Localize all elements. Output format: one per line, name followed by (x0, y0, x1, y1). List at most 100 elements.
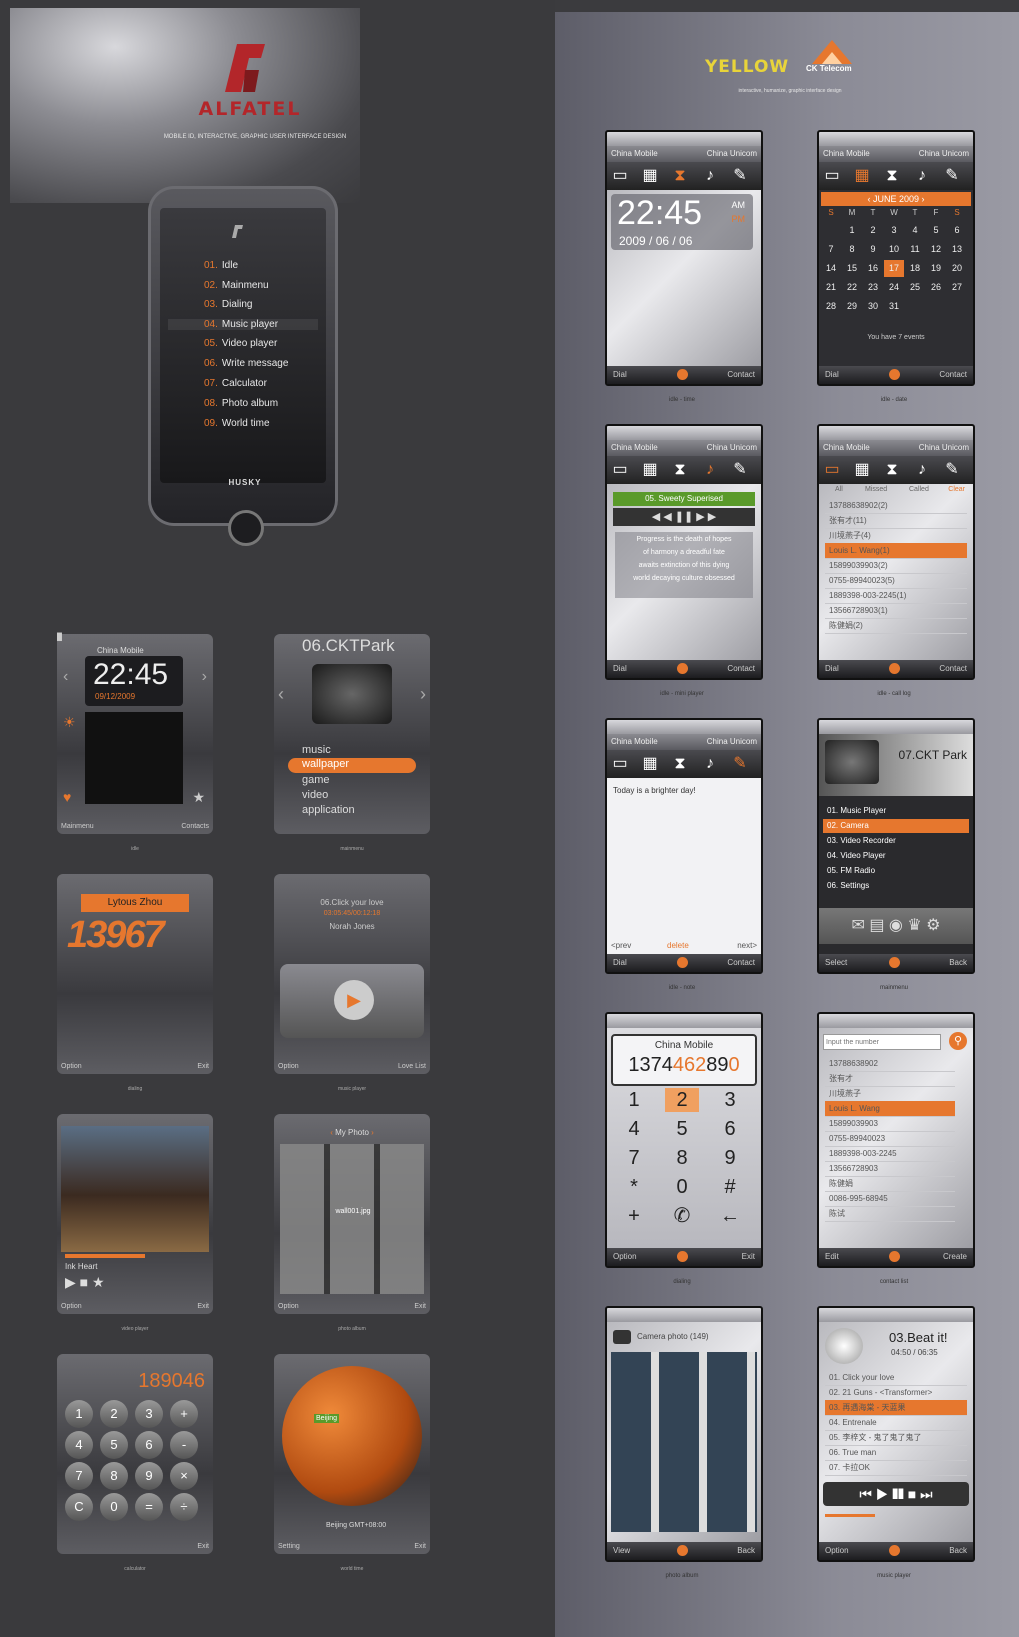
calc-key[interactable]: 6 (135, 1431, 163, 1459)
center-key-icon[interactable] (889, 663, 900, 674)
track-row[interactable]: 01. Click your love (825, 1370, 967, 1386)
center-key-icon[interactable] (677, 957, 688, 968)
calc-key[interactable]: - (170, 1431, 198, 1459)
keypad-icon[interactable]: ▦ (639, 754, 661, 774)
calendar-day[interactable]: 10 (884, 241, 904, 258)
menu-music[interactable]: music (302, 744, 331, 756)
home-button[interactable] (228, 510, 264, 546)
video-play-icon[interactable]: ▶ ■ ★ (65, 1274, 105, 1291)
calendar-day[interactable]: 31 (884, 298, 904, 315)
calendar-day[interactable]: 17 (884, 260, 904, 277)
star-icon[interactable]: ★ (192, 789, 205, 806)
edit-softkey[interactable]: Edit (825, 1252, 839, 1261)
dial-softkey[interactable]: Dial (825, 370, 839, 379)
calendar-day[interactable] (905, 298, 925, 315)
track-row[interactable]: 07. 卡拉OK (825, 1460, 967, 1476)
calendar-day[interactable]: 19 (926, 260, 946, 277)
calendar-day[interactable]: 3 (884, 222, 904, 239)
center-key-icon[interactable] (889, 1545, 900, 1556)
calendar-day[interactable]: 15 (842, 260, 862, 277)
track-row[interactable]: 02. 21 Guns - <Transformer> (825, 1385, 967, 1401)
soft-left[interactable]: Mainmenu (61, 823, 94, 830)
calllog-row[interactable]: 1889398-003-2245(1) (825, 588, 967, 604)
play-icon[interactable]: ▶ (334, 980, 374, 1020)
keypad-icon[interactable]: ▦ (639, 460, 661, 480)
contact-row[interactable]: 张有才 (825, 1071, 955, 1087)
calendar-day[interactable]: 23 (863, 279, 883, 296)
soft-right[interactable]: Exit (197, 1063, 209, 1070)
calc-key[interactable]: = (135, 1493, 163, 1521)
calc-key[interactable]: ÷ (170, 1493, 198, 1521)
note-prev[interactable]: <prev (611, 941, 631, 950)
contact-row[interactable]: Louis L. Wang (825, 1101, 955, 1117)
calendar-day[interactable]: 24 (884, 279, 904, 296)
calc-key[interactable]: 3 (135, 1400, 163, 1428)
exit-softkey[interactable]: Exit (742, 1252, 755, 1261)
player-buttons-icon[interactable]: ◀ ◀ ❚❚ ▶ ▶ (613, 508, 755, 526)
calc-key[interactable]: 9 (135, 1462, 163, 1490)
contact-row[interactable]: 13566728903 (825, 1161, 955, 1177)
track-row[interactable]: 06. True man (825, 1445, 967, 1461)
menu-item-calculator[interactable]: 07. Calculator (204, 378, 267, 389)
mainmenu-item[interactable]: 06. Settings (823, 879, 969, 893)
mainmenu-item[interactable]: 05. FM Radio (823, 864, 969, 878)
hourglass-icon[interactable]: ⧗ (881, 166, 903, 186)
soft-right[interactable]: Exit (414, 1303, 426, 1310)
calllog-row[interactable]: 15899039903(2) (825, 558, 967, 574)
calllog-row[interactable]: 张有才(11) (825, 513, 967, 529)
view-softkey[interactable]: View (613, 1546, 630, 1555)
contact-softkey[interactable]: Contact (727, 370, 755, 379)
back-softkey[interactable]: Back (949, 1546, 967, 1555)
menu-item-world-time[interactable]: 09. World time (204, 418, 270, 429)
contact-row[interactable]: 0755-89940023 (825, 1131, 955, 1147)
prev-arrow-icon[interactable]: ‹ (63, 668, 68, 686)
speaker-icon[interactable]: ♪ (911, 166, 933, 186)
contact-row[interactable]: 15899039903 (825, 1116, 955, 1132)
tab-called[interactable]: Called (909, 486, 929, 493)
thumbnail-grid[interactable] (611, 1352, 757, 1532)
tab-all[interactable]: All (835, 486, 843, 493)
calc-key[interactable]: 2 (100, 1400, 128, 1428)
dial-key[interactable]: + (617, 1204, 651, 1228)
calc-key[interactable]: + (170, 1400, 198, 1428)
dial-key[interactable]: 0 (665, 1175, 699, 1199)
calendar-day[interactable]: 5 (926, 222, 946, 239)
center-key-icon[interactable] (677, 1251, 688, 1262)
menu-video[interactable]: video (302, 789, 328, 801)
calllog-row[interactable]: 川境燕子(4) (825, 528, 967, 544)
calendar-icon[interactable]: ▭ (821, 166, 843, 186)
center-key-icon[interactable] (889, 957, 900, 968)
next-arrow-icon[interactable]: › (420, 684, 426, 705)
next-arrow-icon[interactable]: › (202, 668, 207, 686)
calc-key[interactable]: C (65, 1493, 93, 1521)
tab-clear[interactable]: Clear (948, 486, 965, 493)
speaker-icon[interactable]: ♪ (699, 754, 721, 774)
calendar-icon[interactable]: ▭ (821, 460, 843, 480)
dial-key[interactable]: ✆ (665, 1204, 699, 1228)
soft-left[interactable]: Setting (278, 1543, 300, 1550)
menu-game[interactable]: game (302, 774, 330, 786)
calendar-day[interactable] (926, 298, 946, 315)
calendar-day[interactable]: 1 (842, 222, 862, 239)
calendar-day[interactable]: 20 (947, 260, 967, 277)
note-next[interactable]: next> (737, 941, 757, 950)
calendar-day[interactable]: 16 (863, 260, 883, 277)
calendar-day[interactable]: 11 (905, 241, 925, 258)
center-key-icon[interactable] (889, 1251, 900, 1262)
hourglass-icon[interactable]: ⧗ (669, 754, 691, 774)
calc-key[interactable]: 1 (65, 1400, 93, 1428)
transport-controls-icon[interactable]: ⏮ ▶ ❚❚ ■ ⏭ (823, 1482, 969, 1506)
menu-item-photo-album[interactable]: 08. Photo album (204, 398, 278, 409)
photo-grid[interactable] (280, 1144, 424, 1294)
video-progress[interactable] (65, 1254, 145, 1258)
dial-softkey[interactable]: Dial (613, 370, 627, 379)
calendar-day[interactable] (821, 222, 841, 239)
calc-key[interactable]: 8 (100, 1462, 128, 1490)
dial-key[interactable]: 1 (617, 1088, 651, 1112)
soft-left[interactable]: Option (278, 1303, 299, 1310)
calendar-icon[interactable]: ▭ (609, 754, 631, 774)
dial-softkey[interactable]: Dial (613, 664, 627, 673)
dial-key[interactable]: 2 (665, 1088, 699, 1112)
speaker-icon[interactable]: ♪ (699, 460, 721, 480)
soft-left[interactable]: Option (61, 1303, 82, 1310)
